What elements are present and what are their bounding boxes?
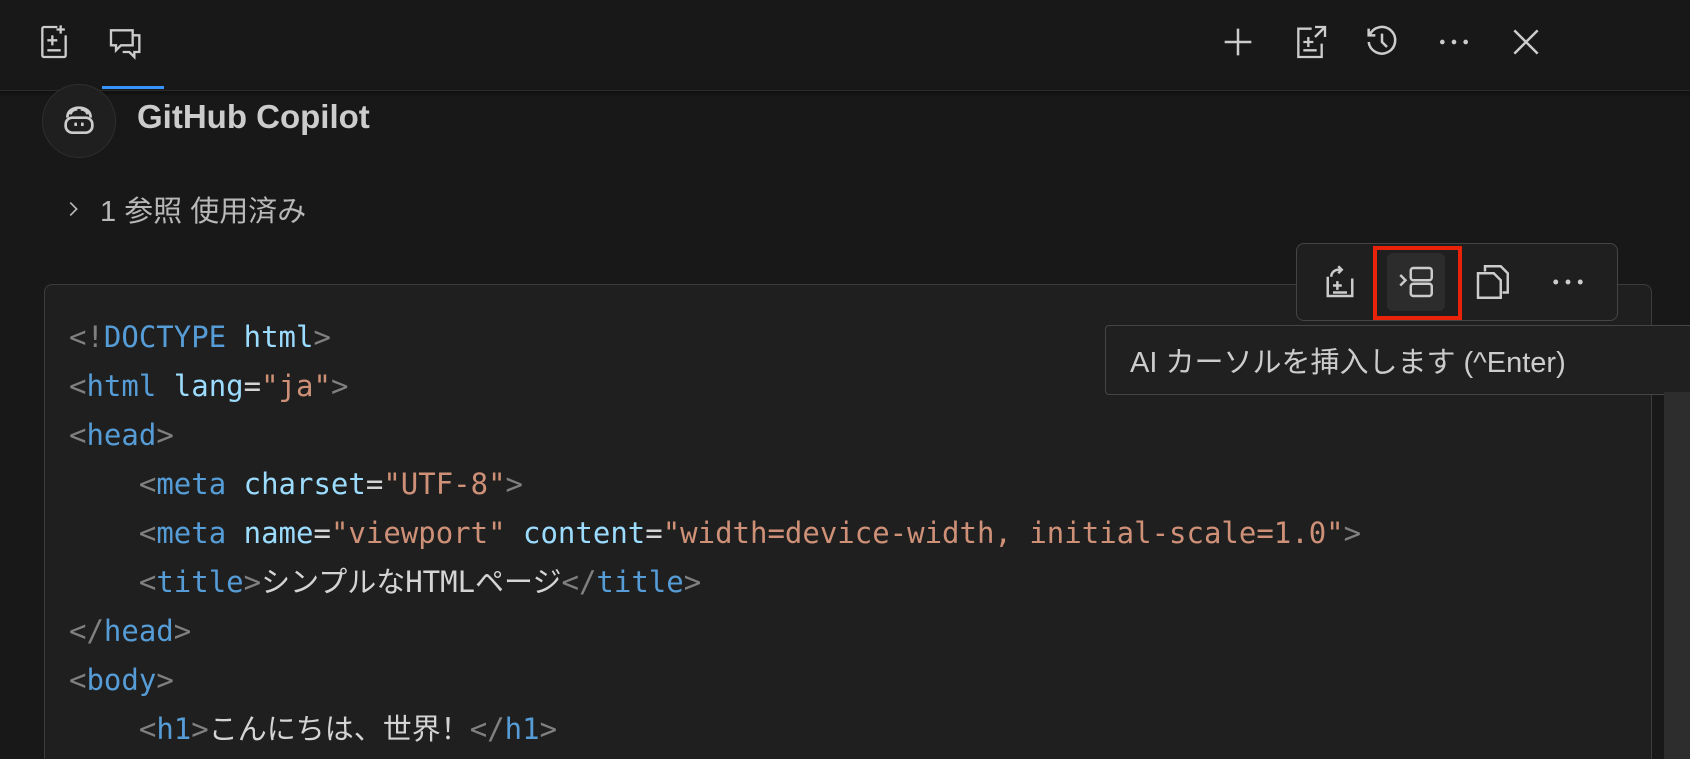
code-token: < [138, 565, 157, 599]
header-shadow [0, 91, 1690, 97]
highlight-box [1373, 246, 1462, 320]
references-label: 1 参照 使用済み [100, 196, 307, 228]
copilot-avatar [42, 84, 116, 158]
agent-name: GitHub Copilot [137, 98, 370, 135]
open-editor-icon[interactable] [1288, 20, 1332, 64]
code-token: "ja" [261, 369, 331, 403]
code-token: > [330, 369, 349, 403]
code-token: > [191, 712, 209, 746]
code-token: こんにちは、世界！ [208, 712, 470, 746]
chevron-right-icon [69, 201, 78, 217]
code-token: head [86, 418, 157, 452]
code-token: h1 [156, 712, 192, 746]
code-token: > [683, 565, 702, 599]
code-token: "viewport" [330, 516, 506, 550]
code-line: <h1>こんにちは、世界！</h1> [69, 705, 1361, 754]
code-token: > [243, 565, 262, 599]
more-icon [1553, 279, 1583, 285]
references-toggle[interactable]: 1 参照 使用済み [62, 188, 306, 230]
code-token: > [156, 418, 174, 452]
history-icon[interactable] [1360, 20, 1404, 64]
scrollbar[interactable] [1664, 392, 1690, 759]
code-token: charset [243, 467, 366, 501]
code-token: < [138, 516, 157, 550]
code-token: "width=device-width, initial-scale=1.0" [662, 516, 1344, 550]
code-token: DOCTYPE [103, 320, 227, 354]
code-token: > [313, 320, 331, 354]
tooltip: AI カーソルを挿入します (^Enter) [1105, 325, 1690, 395]
code-token: = [313, 516, 331, 550]
code-line: <body> [69, 656, 1361, 705]
code-line: <head> [69, 411, 1361, 460]
more-icon[interactable] [1432, 20, 1476, 64]
code-token: < [69, 418, 87, 452]
code-token: = [365, 467, 384, 501]
code-token: > [156, 663, 174, 697]
code-token: = [645, 516, 663, 550]
code-token: = [243, 369, 262, 403]
code-token: h1 [504, 712, 540, 746]
copy-icon [1476, 265, 1509, 299]
code-token: <! [69, 320, 104, 354]
code-token: </ [561, 565, 597, 599]
plus-icon[interactable] [1216, 20, 1260, 64]
code-token: < [138, 712, 157, 746]
code-line: </head> [69, 607, 1361, 656]
apply-in-editor-button[interactable] [1311, 253, 1369, 311]
code-token: "UTF-8" [383, 467, 506, 501]
chat-view-header [0, 0, 1690, 91]
copy-button[interactable] [1463, 253, 1521, 311]
code-token: title [156, 565, 244, 599]
tooltip-text: AI カーソルを挿入します (^Enter) [1130, 347, 1566, 379]
code-token: > [173, 614, 192, 648]
code-token: html [243, 320, 314, 354]
apply-in-editor-icon [1326, 265, 1354, 298]
copilot-icon [64, 106, 94, 134]
code-token: name [243, 516, 314, 550]
code-token: content [523, 516, 646, 550]
code-token: html [86, 369, 157, 403]
code-token: > [505, 467, 523, 501]
code-line: <title>シンプルなHTMLページ</title> [69, 558, 1361, 607]
code-token: meta [156, 467, 227, 501]
active-tab-indicator [102, 86, 164, 89]
code-token: head [103, 614, 174, 648]
code-token: シンプルなHTMLページ [261, 565, 562, 599]
code-token: </ [469, 712, 505, 746]
new-file-icon[interactable] [32, 20, 76, 64]
close-icon[interactable] [1504, 20, 1548, 64]
code-more-button[interactable] [1539, 253, 1597, 311]
code-token: </ [69, 614, 104, 648]
code-token: < [69, 663, 87, 697]
code-token: title [596, 565, 684, 599]
code-line: <meta charset="UTF-8"> [69, 460, 1361, 509]
code-token: lang [173, 369, 244, 403]
code-token: < [138, 467, 157, 501]
code-token: > [1343, 516, 1362, 550]
code-token: > [539, 712, 558, 746]
code-token: body [86, 663, 157, 697]
code-token: < [69, 369, 87, 403]
code-token: meta [156, 516, 227, 550]
code-line: <meta name="viewport" content="width=dev… [69, 509, 1361, 558]
chat-icon[interactable] [104, 20, 148, 64]
